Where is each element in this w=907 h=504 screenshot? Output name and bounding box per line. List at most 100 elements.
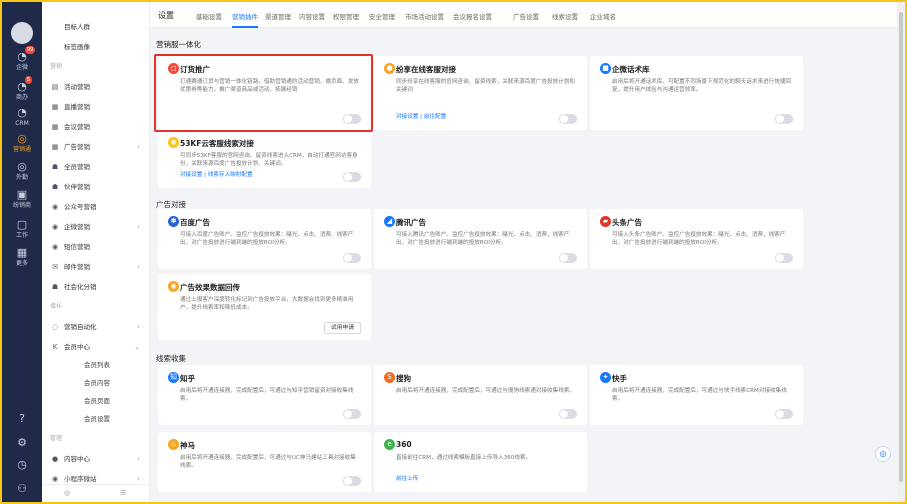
integration-card-c2[interactable]: ● 纷享在线客服对接 同步纷享在线客服的官网咨询、留资线索，关联来源百度广告投放计划… (374, 56, 587, 130)
chevron-icon: › (137, 323, 140, 331)
toggle-switch[interactable] (343, 253, 361, 263)
c11-icon: ✦ (600, 372, 611, 383)
toggle-switch[interactable] (559, 253, 577, 263)
nav-item[interactable]: ☗ 社会化分销 (42, 280, 149, 294)
integration-card-c7[interactable]: ▰ 头条广告 可接入头条广告账户，监控广告投放效果：曝光、点击、消费，线索产出，对广… (590, 209, 803, 269)
integration-card-c5[interactable]: ✽ 百度广告 可接入百度广告账户，监控广告投放效果：曝光、点击、消费、线索产出，对广… (158, 209, 371, 269)
rail-bottom-glyph: ⚇ (17, 482, 27, 495)
card-title: 53KF云客服线索对接 (180, 139, 254, 148)
nav-item[interactable]: 目标人群 (42, 20, 149, 34)
toggle-switch[interactable] (775, 253, 793, 263)
toggle-switch[interactable] (343, 476, 361, 486)
app-rail: ◔ 企微 99 ◔ 商办 5 ◔ CRM ◎ 营销通 ◎ 外勤 ▣ 纷销商 ▢ 工作 ▦ 更多? ⚙ ◷ ⚇ (2, 2, 42, 502)
nav-item-icon: ◉ (51, 243, 59, 251)
nav-item[interactable]: 会员页面 (42, 394, 149, 408)
tab-2[interactable]: 渠道管理 (265, 11, 291, 28)
integration-card-c4[interactable]: ◉ 53KF云客服线索对接可同步53KF客服的官网咨询、留资线索进入CRM，自动打… (158, 130, 371, 188)
vertical-scrollbar[interactable] (897, 2, 905, 502)
rail-item-7[interactable]: ▦ 更多 (2, 246, 42, 268)
integration-card-c9[interactable]: 知知乎 启用后将开通连接器，完成配置后，可通过与知乎营销留资对接收集线索。 (158, 365, 371, 425)
nav-group-label: 增长 (42, 300, 149, 314)
c9-icon: 知 (168, 372, 179, 383)
nav-item[interactable]: ▦ 广告营销 › (42, 140, 149, 154)
toggle-switch[interactable] (559, 114, 577, 124)
rail-bottom-icon[interactable]: ◷ (2, 458, 42, 472)
rail-bottom-icon[interactable]: ⚇ (2, 482, 42, 496)
integration-card-c6[interactable]: ◢ 腾讯广告 可接入腾讯广告账户，监控广告投放效果：曝光、点击、消费，线索产出，对广… (374, 209, 587, 269)
rail-bottom-icon[interactable]: ? (2, 412, 42, 426)
nav-item[interactable]: 会员列表 (42, 358, 149, 372)
nav-item[interactable]: ◉ 短信营销 (42, 240, 149, 254)
avatar[interactable] (11, 22, 33, 44)
nav-group-label: 营销 (42, 60, 149, 74)
nav-item-icon: ▤ (51, 83, 59, 91)
nav-item[interactable]: ✉ 邮件营销 › (42, 260, 149, 274)
integration-card-c10[interactable]: S 搜狗 启用后将开通连接器，完成配置后，可通过与搜狗线索通对接收集线索。 (374, 365, 587, 425)
tab-1[interactable]: 营销插件 (232, 11, 258, 28)
card-description: 直接前往CRM，通过线索模板直接上传导入360线索。 (396, 455, 532, 461)
footer-settings-icon[interactable]: ◎ (64, 489, 70, 497)
nav-item[interactable]: 会员设置 (42, 412, 149, 426)
tab-4[interactable]: 权限管理 (333, 11, 359, 28)
tab-3[interactable]: 内容设置 (299, 11, 325, 28)
tab-10[interactable]: 企业域名 (590, 11, 616, 28)
toggle-switch[interactable] (775, 114, 793, 124)
chevron-icon: ⌄ (134, 343, 140, 351)
nav-item[interactable]: ▤ 活动营销 (42, 80, 149, 94)
card-description: 同步纷享在线客服的官网咨询、留资线索，关联来源百度广告投放计划和关键词 (396, 79, 576, 93)
tab-5[interactable]: 安全管理 (369, 11, 395, 28)
highlight-box (154, 54, 373, 132)
card-title: 纷享在线客服对接 (396, 65, 456, 74)
rail-item-icon: ◎ (17, 160, 27, 173)
tab-8[interactable]: 广告设置 (513, 11, 539, 28)
nav-item[interactable]: ◉ 公众号营销 (42, 200, 149, 214)
nav-item[interactable]: ◌ 营销自动化 › (42, 320, 149, 334)
rail-bottom-icon[interactable]: ⚙ (2, 436, 42, 450)
integration-card-c11[interactable]: ✦ 快手 启用后将开通连接器，完成配置后，可通过与快手线索CRM对接收集线索。 (590, 365, 803, 425)
c13-icon: e (384, 439, 395, 450)
card-link[interactable]: 对接设置 | 线索存入映射配置 (180, 170, 253, 178)
nav-item[interactable]: ☗ 全员营销 (42, 160, 149, 174)
tab-0[interactable]: 基础设置 (196, 11, 222, 28)
card-description: 可接入百度广告账户，监控广告投放效果：曝光、点击、消费、线索产出，对广告投放进行… (180, 232, 354, 246)
rail-item-0[interactable]: ◔ 企微 99 (2, 46, 42, 72)
tab-7[interactable]: 会议报名设置 (453, 11, 492, 28)
integration-card-c13[interactable]: e 360 直接前往CRM，通过线索模板直接上传导入360线索。 前往上传 (374, 432, 587, 492)
tab-9[interactable]: 线索设置 (552, 11, 578, 28)
toggle-switch[interactable] (343, 409, 361, 419)
integration-card-c8[interactable]: ◉ 广告效果数据回传 通过上报客户深度转化标记到广告投放平台，大数据会找到更多精准用… (158, 274, 371, 340)
rail-item-4[interactable]: ◎ 外勤 (2, 160, 42, 182)
integration-card-c12[interactable]: ♨ 神马 启用后将开通连接器，完成配置后，可通过与UC神马建站工具对接收集线索。 (158, 432, 371, 492)
rail-item-2[interactable]: ◔ CRM (2, 106, 42, 128)
card-link[interactable]: 前往上传 (396, 474, 418, 482)
card-link[interactable]: 对接设置 | 前往配置 (396, 112, 446, 120)
tab-6[interactable]: 市场活动设置 (405, 11, 444, 28)
rail-item-6[interactable]: ▢ 工作 (2, 218, 42, 240)
toggle-switch[interactable] (559, 409, 577, 419)
nav-item[interactable]: ◉ 企微营销 › (42, 220, 149, 234)
rail-item-3[interactable]: ◎ 营销通 (2, 132, 42, 154)
nav-item[interactable]: 标签画像 (42, 40, 149, 54)
rail-item-label: 商办 (15, 94, 28, 101)
toggle-switch[interactable] (775, 409, 793, 419)
footer-menu-icon[interactable]: ☰ (120, 489, 126, 497)
rail-item-1[interactable]: ◔ 商办 5 (2, 76, 42, 102)
rail-item-5[interactable]: ▣ 纷销商 (2, 188, 42, 210)
card-description: 可同步53KF客服的官网咨询、留资线索进入CRM，自动打通官网访客身份，关联来源… (180, 153, 358, 167)
trial-apply-button[interactable]: 试用申请 (323, 322, 361, 334)
nav-item[interactable]: ▦ 会议营销 (42, 120, 149, 134)
nav-item[interactable]: ▦ 直播营销 (42, 100, 149, 114)
nav-item-label: 全员营销 (64, 163, 90, 171)
c4-icon: ◉ (168, 137, 179, 148)
nav-item-label: 直播营销 (64, 103, 90, 111)
nav-item[interactable]: ◉ 小程序微站 › (42, 472, 149, 486)
integration-card-c3[interactable]: ■ 企微话术库 启用后将开通话术库，可配置不同场景下规范化的聊天话术来进行快捷回复，… (590, 56, 803, 130)
nav-item[interactable]: K 会员中心 ⌄ (42, 340, 149, 354)
nav-item[interactable]: 会员内容 (42, 376, 149, 390)
floating-help-icon[interactable]: ◎ (875, 446, 891, 462)
nav-item[interactable]: ☗ 伙伴营销 (42, 180, 149, 194)
scroll-thumb[interactable] (899, 12, 903, 482)
nav-item[interactable]: ● 内容中心 › (42, 452, 149, 466)
toggle-switch[interactable] (343, 172, 361, 182)
nav-item-label: 会员内容 (84, 379, 110, 387)
